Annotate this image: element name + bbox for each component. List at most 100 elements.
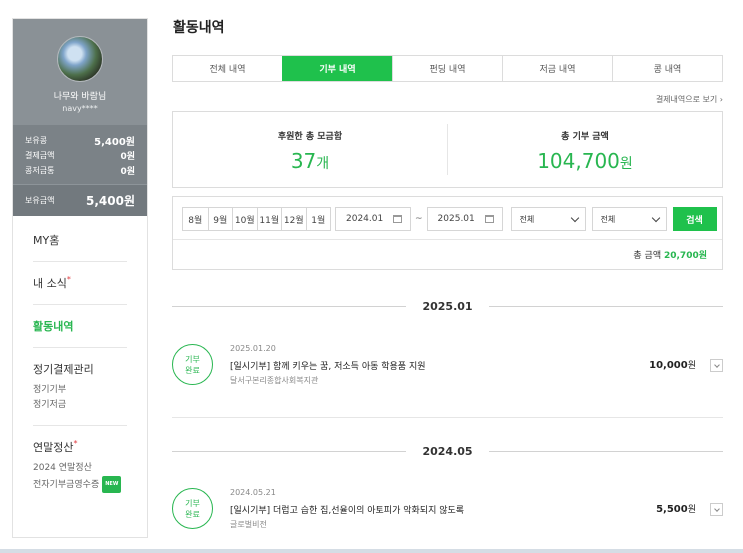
menu-item-my-home: MY홈 <box>33 216 127 262</box>
end-date-picker[interactable]: 2025.01 <box>426 207 503 231</box>
tab-funding[interactable]: 펀딩 내역 <box>392 56 502 81</box>
month-label: 2024.05 <box>422 444 473 458</box>
record-title[interactable]: [일시기부] 더럽고 습한 집,선율이의 아토피가 악화되지 않도록 <box>230 503 464 516</box>
calendar-icon <box>484 215 494 223</box>
month-button[interactable]: 12월 <box>281 208 306 230</box>
summary-amount-label: 총 기부 금액 <box>561 132 609 142</box>
month-button[interactable]: 10월 <box>232 208 257 230</box>
menu-link-my-news[interactable]: 내 소식* <box>33 275 127 291</box>
calendar-icon <box>393 215 402 223</box>
badge-line: 완료 <box>185 365 200 375</box>
menu-item-recurring: 정기결제관리 정기기부 정기저금 <box>33 348 127 426</box>
chevron-right-icon: › <box>719 95 723 104</box>
month-button[interactable]: 1월 <box>305 208 331 230</box>
point-row-kong: 보유콩 5,400원 <box>25 133 135 148</box>
avatar[interactable] <box>57 36 103 82</box>
badge-line: 기부 <box>185 498 200 508</box>
record-organization: 글로벌비전 <box>230 520 267 529</box>
summary-raised: 후원한 총 모금함 37개 <box>173 112 447 187</box>
status-select[interactable]: 전체 <box>591 207 667 231</box>
menu-item-activity: 활동내역 <box>33 305 127 348</box>
filter-row: 8월 9월 10월 11월 12월 1월 2024.01 ~ 2025.01 전… <box>182 207 717 231</box>
required-mark: * <box>73 439 78 448</box>
profile-panel: 나무와 바람님 navy**** <box>13 19 147 125</box>
point-label: 콩저금통 <box>25 166 55 175</box>
expand-button[interactable] <box>710 359 723 372</box>
filter-panel: 8월 9월 10월 11월 12월 1월 2024.01 ~ 2025.01 전… <box>172 196 723 270</box>
menu-label: 내 소식 <box>33 277 67 290</box>
new-badge: NEW <box>102 476 122 493</box>
completed-badge: 기부 완료 <box>172 488 213 529</box>
submenu-donation-receipt[interactable]: 전자기부금영수증 NEW <box>33 476 127 493</box>
submenu-label: 전자기부금영수증 <box>33 480 100 490</box>
summary-amount-value: 104,700원 <box>448 149 722 173</box>
divider <box>488 305 724 307</box>
date-range-separator: ~ <box>415 214 423 224</box>
menu-link-activity[interactable]: 활동내역 <box>33 318 127 334</box>
required-mark: * <box>66 275 71 284</box>
payment-link-label: 결제내역으로 보기 <box>655 95 718 104</box>
status-select-value: 전체 <box>600 214 616 224</box>
expand-button[interactable] <box>710 503 723 516</box>
points-panel: 보유콩 5,400원 결제금액 0원 콩저금통 0원 <box>13 125 147 184</box>
amount-number: 104,700 <box>537 149 620 173</box>
menu-link-recurring[interactable]: 정기결제관리 <box>33 361 127 377</box>
menu-link-my-home[interactable]: MY홈 <box>33 232 127 248</box>
completed-badge: 기부 완료 <box>172 344 213 385</box>
tab-saving[interactable]: 저금 내역 <box>502 56 612 81</box>
record-amount: 10,000원 <box>649 358 696 371</box>
summary-amount: 총 기부 금액 104,700원 <box>447 124 722 175</box>
chevron-down-icon <box>570 213 579 222</box>
menu-item-my-news: 내 소식* <box>33 262 127 305</box>
tab-donation[interactable]: 기부 내역 <box>282 56 392 81</box>
category-select[interactable]: 전체 <box>510 207 586 231</box>
tab-kong[interactable]: 콩 내역 <box>612 56 722 81</box>
record-title[interactable]: [일시기부] 함께 키우는 꿈, 저소득 아동 학용품 지원 <box>230 359 426 372</box>
chevron-down-icon <box>713 361 720 368</box>
summary-raised-value: 37개 <box>173 149 447 173</box>
point-row-piggybank: 콩저금통 0원 <box>25 163 135 178</box>
balance-row: 보유금액 5,400원 <box>13 184 147 216</box>
amount-unit: 원 <box>687 361 696 371</box>
total-label: 총 금액 <box>633 251 662 261</box>
amount-number: 5,500 <box>656 504 688 515</box>
month-separator: 2025.01 <box>172 298 724 314</box>
menu-link-year-end[interactable]: 연말정산* <box>33 439 127 455</box>
donation-record: 기부 완료 2024.05.21 [일시기부] 더럽고 습한 집,선율이의 아토… <box>172 488 723 546</box>
end-date-value: 2025.01 <box>437 214 475 224</box>
nickname: 나무와 바람님 <box>53 92 107 102</box>
point-label: 결제금액 <box>25 151 55 160</box>
badge-line: 기부 <box>185 354 200 364</box>
divider <box>172 450 407 452</box>
submenu-recurring-donation[interactable]: 정기기부 <box>33 383 127 398</box>
amount-unit: 원 <box>619 156 633 172</box>
badge-line: 완료 <box>185 509 200 519</box>
submenu-recurring-saving[interactable]: 정기저금 <box>33 398 127 413</box>
user-id: navy**** <box>62 104 98 113</box>
menu-label: 연말정산 <box>33 441 74 454</box>
month-button[interactable]: 9월 <box>207 208 233 230</box>
history-tabs: 전체 내역 기부 내역 펀딩 내역 저금 내역 콩 내역 <box>172 55 723 82</box>
month-separator: 2024.05 <box>172 443 724 459</box>
start-date-value: 2024.01 <box>346 214 384 224</box>
month-button[interactable]: 11월 <box>256 208 282 230</box>
record-date: 2024.05.21 <box>230 488 276 497</box>
chevron-down-icon <box>651 213 660 222</box>
summary-panel: 후원한 총 모금함 37개 총 기부 금액 104,700원 <box>172 111 723 188</box>
search-button[interactable]: 검색 <box>672 207 717 231</box>
start-date-picker[interactable]: 2024.01 <box>335 207 411 231</box>
point-label: 보유콩 <box>25 136 48 145</box>
chevron-down-icon <box>713 505 720 512</box>
record-organization: 달서구본리종합사회복지관 <box>230 376 319 385</box>
submenu-year-end-2024[interactable]: 2024 연말정산 <box>33 461 127 476</box>
page-title: 활동내역 <box>173 20 225 36</box>
balance-value: 5,400원 <box>86 194 135 208</box>
payment-history-link[interactable]: 결제내역으로 보기 › <box>656 94 723 105</box>
tab-all[interactable]: 전체 내역 <box>173 56 282 81</box>
month-button[interactable]: 8월 <box>183 208 208 230</box>
category-select-value: 전체 <box>519 214 535 224</box>
divider <box>172 417 723 418</box>
point-value: 0원 <box>120 152 135 162</box>
record-amount: 5,500원 <box>656 502 696 515</box>
point-row-payment: 결제금액 0원 <box>25 148 135 163</box>
